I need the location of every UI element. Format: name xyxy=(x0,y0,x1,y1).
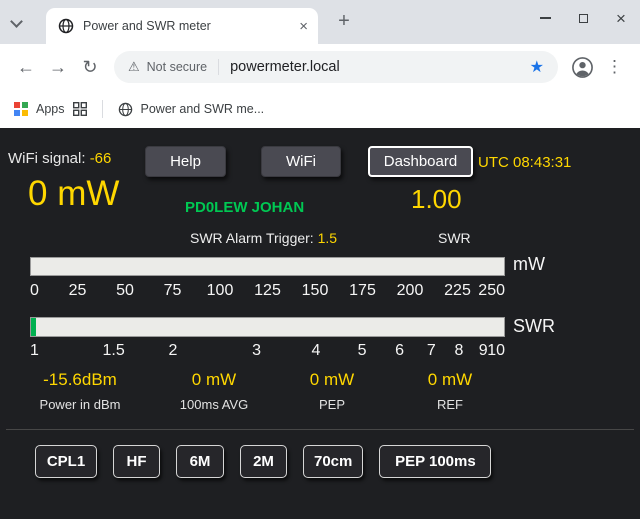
power-scale-tick: 50 xyxy=(116,282,134,300)
window-minimize-button[interactable] xyxy=(526,0,564,36)
apps-grid-icon[interactable] xyxy=(14,102,28,116)
station-callsign: PD0LEW JOHAN xyxy=(185,199,304,216)
power-scale-tick: 125 xyxy=(254,282,281,300)
section-divider xyxy=(6,429,634,430)
swr-bar-unit: SWR xyxy=(513,316,555,337)
swr-reading: 1.00 xyxy=(411,184,462,215)
chip-divider xyxy=(218,59,219,75)
swr-alarm-label: SWR Alarm Trigger: xyxy=(190,230,314,246)
bookmark-globe-icon[interactable] xyxy=(118,102,133,117)
back-icon[interactable]: ← xyxy=(10,57,42,78)
help-button[interactable]: Help xyxy=(145,146,226,177)
wifi-signal-value: -66 xyxy=(90,150,112,167)
swr-bar-scale: 1 1.5 2 3 4 5 6 7 8 9 10 xyxy=(30,342,505,362)
grid-outline-icon[interactable] xyxy=(73,102,87,116)
forward-icon[interactable]: → xyxy=(42,57,74,78)
power-bar xyxy=(30,257,505,276)
window-controls: × xyxy=(526,0,640,36)
stat-power-dbm: -15.6dBm Power in dBm xyxy=(18,370,142,412)
swr-bar xyxy=(30,317,505,337)
bookmarks-bar: Apps Power and SWR me... xyxy=(0,90,640,128)
window-maximize-button[interactable] xyxy=(564,0,602,36)
power-scale-tick: 75 xyxy=(164,282,182,300)
6m-button[interactable]: 6M xyxy=(176,445,224,478)
2m-button[interactable]: 2M xyxy=(240,445,287,478)
window-close-button[interactable]: × xyxy=(602,0,640,36)
bookmarks-divider xyxy=(102,100,103,118)
utc-clock: UTC 08:43:31 xyxy=(478,154,571,171)
power-scale-tick: 25 xyxy=(69,282,87,300)
swr-scale-tick: 1 xyxy=(30,342,39,360)
reload-icon[interactable]: ↻ xyxy=(74,57,106,78)
wifi-signal: WiFi signal: -66 xyxy=(8,150,111,167)
browser-window: Power and SWR meter × + × ← → ↻ ⚠ Not se… xyxy=(0,0,640,519)
power-scale-tick: 175 xyxy=(349,282,376,300)
stat-value: 0 mW xyxy=(152,370,276,390)
power-scale-tick: 225 xyxy=(444,282,471,300)
maximize-icon xyxy=(579,14,588,23)
stat-ref: 0 mW REF xyxy=(388,370,512,412)
swr-scale-tick: 1.5 xyxy=(102,342,124,360)
swr-scale-tick: 5 xyxy=(358,342,367,360)
pep-100ms-button[interactable]: PEP 100ms xyxy=(379,445,491,478)
kebab-menu-icon[interactable]: ⋮ xyxy=(599,57,630,77)
bookmark-item-label[interactable]: Power and SWR me... xyxy=(141,102,265,116)
security-chip[interactable]: Not secure xyxy=(147,60,207,74)
new-tab-button[interactable]: + xyxy=(331,9,357,35)
swr-alarm-value: 1.5 xyxy=(318,230,337,246)
swr-scale-tick: 4 xyxy=(311,342,320,360)
stat-value: 0 mW xyxy=(270,370,394,390)
profile-avatar-icon[interactable] xyxy=(571,56,594,79)
stat-label: REF xyxy=(388,397,512,412)
power-scale-tick: 100 xyxy=(207,282,234,300)
swr-scale-tick: 3 xyxy=(252,342,261,360)
stat-pep: 0 mW PEP xyxy=(270,370,394,412)
stat-label: PEP xyxy=(270,397,394,412)
stat-avg: 0 mW 100ms AVG xyxy=(152,370,276,412)
globe-favicon-icon xyxy=(58,18,74,34)
browser-toolbar: ← → ↻ ⚠ Not secure powermeter.local ★ ⋮ xyxy=(0,44,640,90)
hf-button[interactable]: HF xyxy=(113,445,160,478)
stat-label: 100ms AVG xyxy=(152,397,276,412)
apps-shortcut-label[interactable]: Apps xyxy=(36,102,65,116)
stat-value: 0 mW xyxy=(388,370,512,390)
stat-value: -15.6dBm xyxy=(18,370,142,390)
tab-strip: Power and SWR meter × + × xyxy=(0,0,640,44)
tab-title: Power and SWR meter xyxy=(83,19,290,33)
not-secure-warning-icon: ⚠ xyxy=(128,59,140,75)
cpl1-button[interactable]: CPL1 xyxy=(35,445,97,478)
minimize-icon xyxy=(540,17,551,19)
url-text[interactable]: powermeter.local xyxy=(230,59,517,75)
swr-scale-tick: 6 xyxy=(395,342,404,360)
chevron-down-icon[interactable] xyxy=(10,15,23,28)
power-reading: 0 mW xyxy=(28,174,119,214)
wifi-button[interactable]: WiFi xyxy=(261,146,341,177)
dashboard-button[interactable]: Dashboard xyxy=(368,146,473,177)
power-bar-scale: 0 25 50 75 100 125 150 175 200 225 250 xyxy=(30,282,505,302)
tab-close-icon[interactable]: × xyxy=(299,19,308,34)
power-scale-tick: 0 xyxy=(30,282,39,300)
mode-buttons-row: CPL1 HF 6M 2M 70cm PEP 100ms xyxy=(35,445,491,478)
swr-scale-tick: 10 xyxy=(487,342,505,360)
power-bar-unit: mW xyxy=(513,254,545,275)
close-icon: × xyxy=(616,10,626,27)
powermeter-page: WiFi signal: -66 Help WiFi Dashboard UTC… xyxy=(0,128,640,519)
bookmark-star-icon[interactable]: ★ xyxy=(524,57,550,77)
swr-scale-tick: 7 xyxy=(427,342,436,360)
browser-tab[interactable]: Power and SWR meter × xyxy=(46,8,318,44)
swr-bar-fill xyxy=(31,318,36,336)
swr-scale-tick: 2 xyxy=(169,342,178,360)
stat-label: Power in dBm xyxy=(18,397,142,412)
swr-caption: SWR xyxy=(438,230,471,246)
power-scale-tick: 250 xyxy=(478,282,505,300)
power-scale-tick: 200 xyxy=(397,282,424,300)
70cm-button[interactable]: 70cm xyxy=(303,445,363,478)
swr-alarm-trigger: SWR Alarm Trigger: 1.5 xyxy=(190,230,337,246)
power-scale-tick: 150 xyxy=(302,282,329,300)
wifi-signal-label: WiFi signal: xyxy=(8,150,86,167)
swr-scale-tick: 8 xyxy=(454,342,463,360)
address-bar[interactable]: ⚠ Not secure powermeter.local ★ xyxy=(114,51,558,83)
